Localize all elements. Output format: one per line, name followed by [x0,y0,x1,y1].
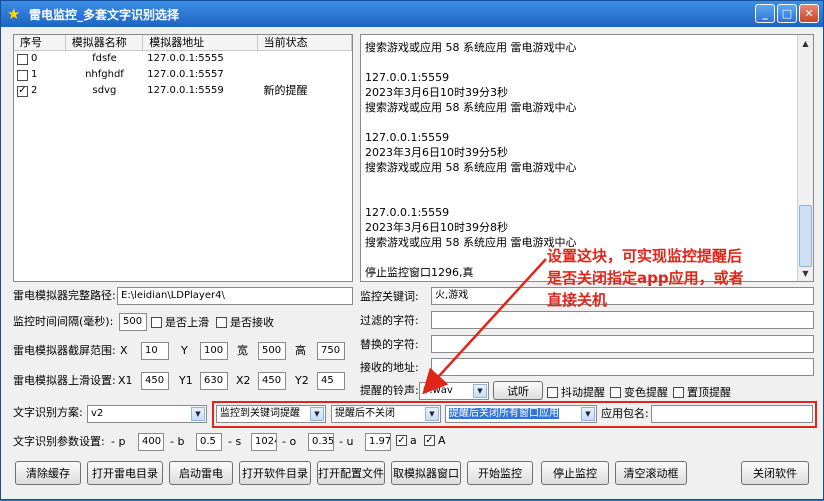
stop-monitor-button[interactable]: 停止监控 [541,461,609,485]
clear-scroll-box-button[interactable]: 清空滚动框 [615,461,687,485]
open-leidian-dir-button[interactable]: 打开雷电目录 [87,461,163,485]
main-window: ★ 雷电监控_多套文字识别选择 _ □ ✕ 序号 模拟器名称 模拟器地址 当前状… [0,0,824,500]
open-config-button[interactable]: 打开配置文件 [317,461,385,485]
close-software-button[interactable]: 关闭软件 [741,461,809,485]
start-monitor-button[interactable]: 开始监控 [467,461,533,485]
open-software-dir-button[interactable]: 打开软件目录 [239,461,311,485]
clear-cache-button[interactable]: 清除缓存 [15,461,81,485]
launch-leidian-button[interactable]: 启动雷电 [169,461,233,485]
get-emulator-window-button[interactable]: 取模拟器窗口 [391,461,461,485]
annotation-arrow [422,258,547,395]
